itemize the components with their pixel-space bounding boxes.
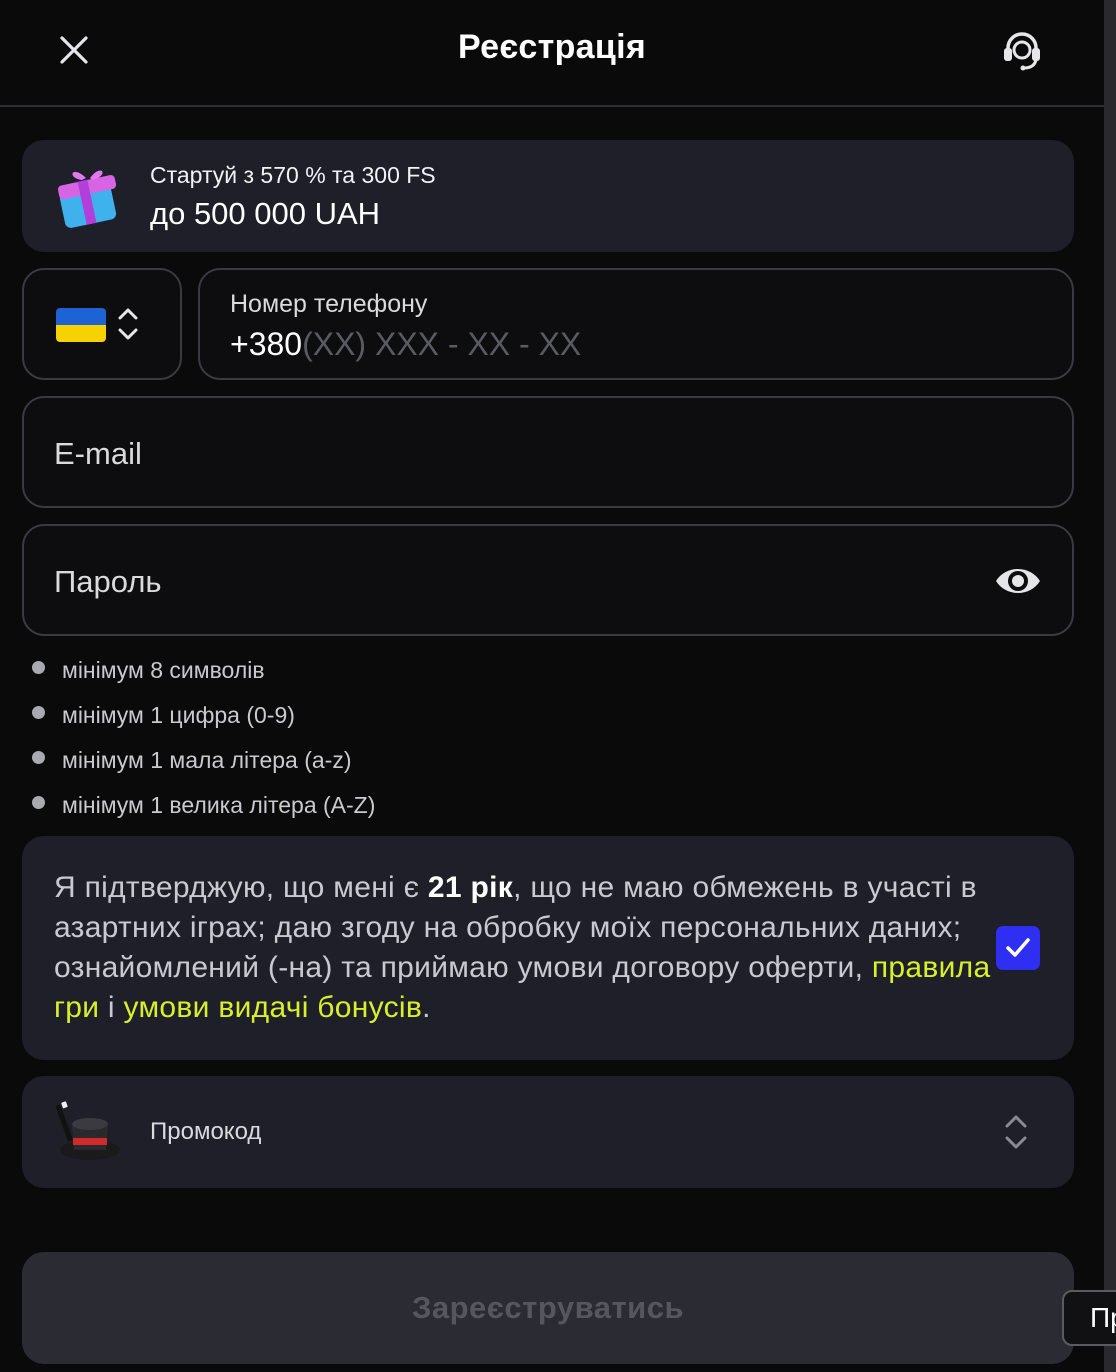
phone-mask: (XX) XXX - XX - XX <box>302 326 582 362</box>
checkmark-icon <box>1006 938 1030 957</box>
email-field[interactable]: E-mail <box>22 396 1074 508</box>
password-field[interactable]: Пароль <box>22 524 1074 636</box>
support-button[interactable] <box>996 26 1048 74</box>
consent-panel: Я підтверджую, що мені є 21 рік, що не м… <box>22 836 1074 1060</box>
password-rules: мінімум 8 символів мінімум 1 цифра (0-9)… <box>30 652 375 832</box>
password-rule: мінімум 1 велика літера (A-Z) <box>30 787 375 832</box>
bonus-terms-link[interactable]: умови видачі бонусів <box>124 991 423 1024</box>
phone-input[interactable]: +380(XX) XXX - XX - XX <box>230 326 581 363</box>
promo-code-toggle[interactable]: Промокод <box>22 1076 1074 1188</box>
partial-edge-button[interactable]: Пр <box>1062 1290 1116 1346</box>
bonus-banner[interactable]: Стартуй з 570 % та 300 FS до 500 000 UAH <box>22 140 1074 252</box>
magic-hat-icon <box>55 1101 120 1160</box>
register-button[interactable]: Зареєструватись <box>22 1252 1074 1364</box>
headset-icon <box>1004 32 1040 71</box>
page-title: Реєстрація <box>458 28 646 66</box>
header: Реєстрація <box>0 0 1104 107</box>
eye-icon[interactable] <box>994 559 1042 603</box>
password-rule: мінімум 1 цифра (0-9) <box>30 697 375 742</box>
gift-icon <box>57 170 117 228</box>
phone-field[interactable]: Номер телефону +380(XX) XXX - XX - XX <box>198 268 1074 380</box>
age-requirement: 21 рік <box>427 871 514 904</box>
password-placeholder: Пароль <box>54 564 162 599</box>
password-rule: мінімум 1 мала літера (a-z) <box>30 742 375 787</box>
scrollbar-track[interactable] <box>1104 0 1116 1372</box>
country-code-select[interactable] <box>22 268 182 380</box>
bonus-subtitle: Стартуй з 570 % та 300 FS <box>150 162 436 188</box>
bonus-amount: до 500 000 UAH <box>150 196 381 231</box>
email-placeholder: E-mail <box>54 436 142 471</box>
consent-text: Я підтверджую, що мені є 21 рік, що не м… <box>54 871 991 1024</box>
promo-code-label: Промокод <box>150 1118 262 1145</box>
phone-prefix: +380 <box>230 326 303 362</box>
chevron-updown-icon <box>118 308 138 340</box>
password-rule: мінімум 8 символів <box>30 652 375 697</box>
consent-checkbox[interactable] <box>996 926 1040 970</box>
phone-label: Номер телефону <box>230 290 428 318</box>
chevron-updown-icon <box>1005 1115 1027 1149</box>
registration-page: Реєстрація Стартуй з 570 % та 300 FS до … <box>0 0 1116 1372</box>
ukraine-flag-icon <box>56 308 106 342</box>
